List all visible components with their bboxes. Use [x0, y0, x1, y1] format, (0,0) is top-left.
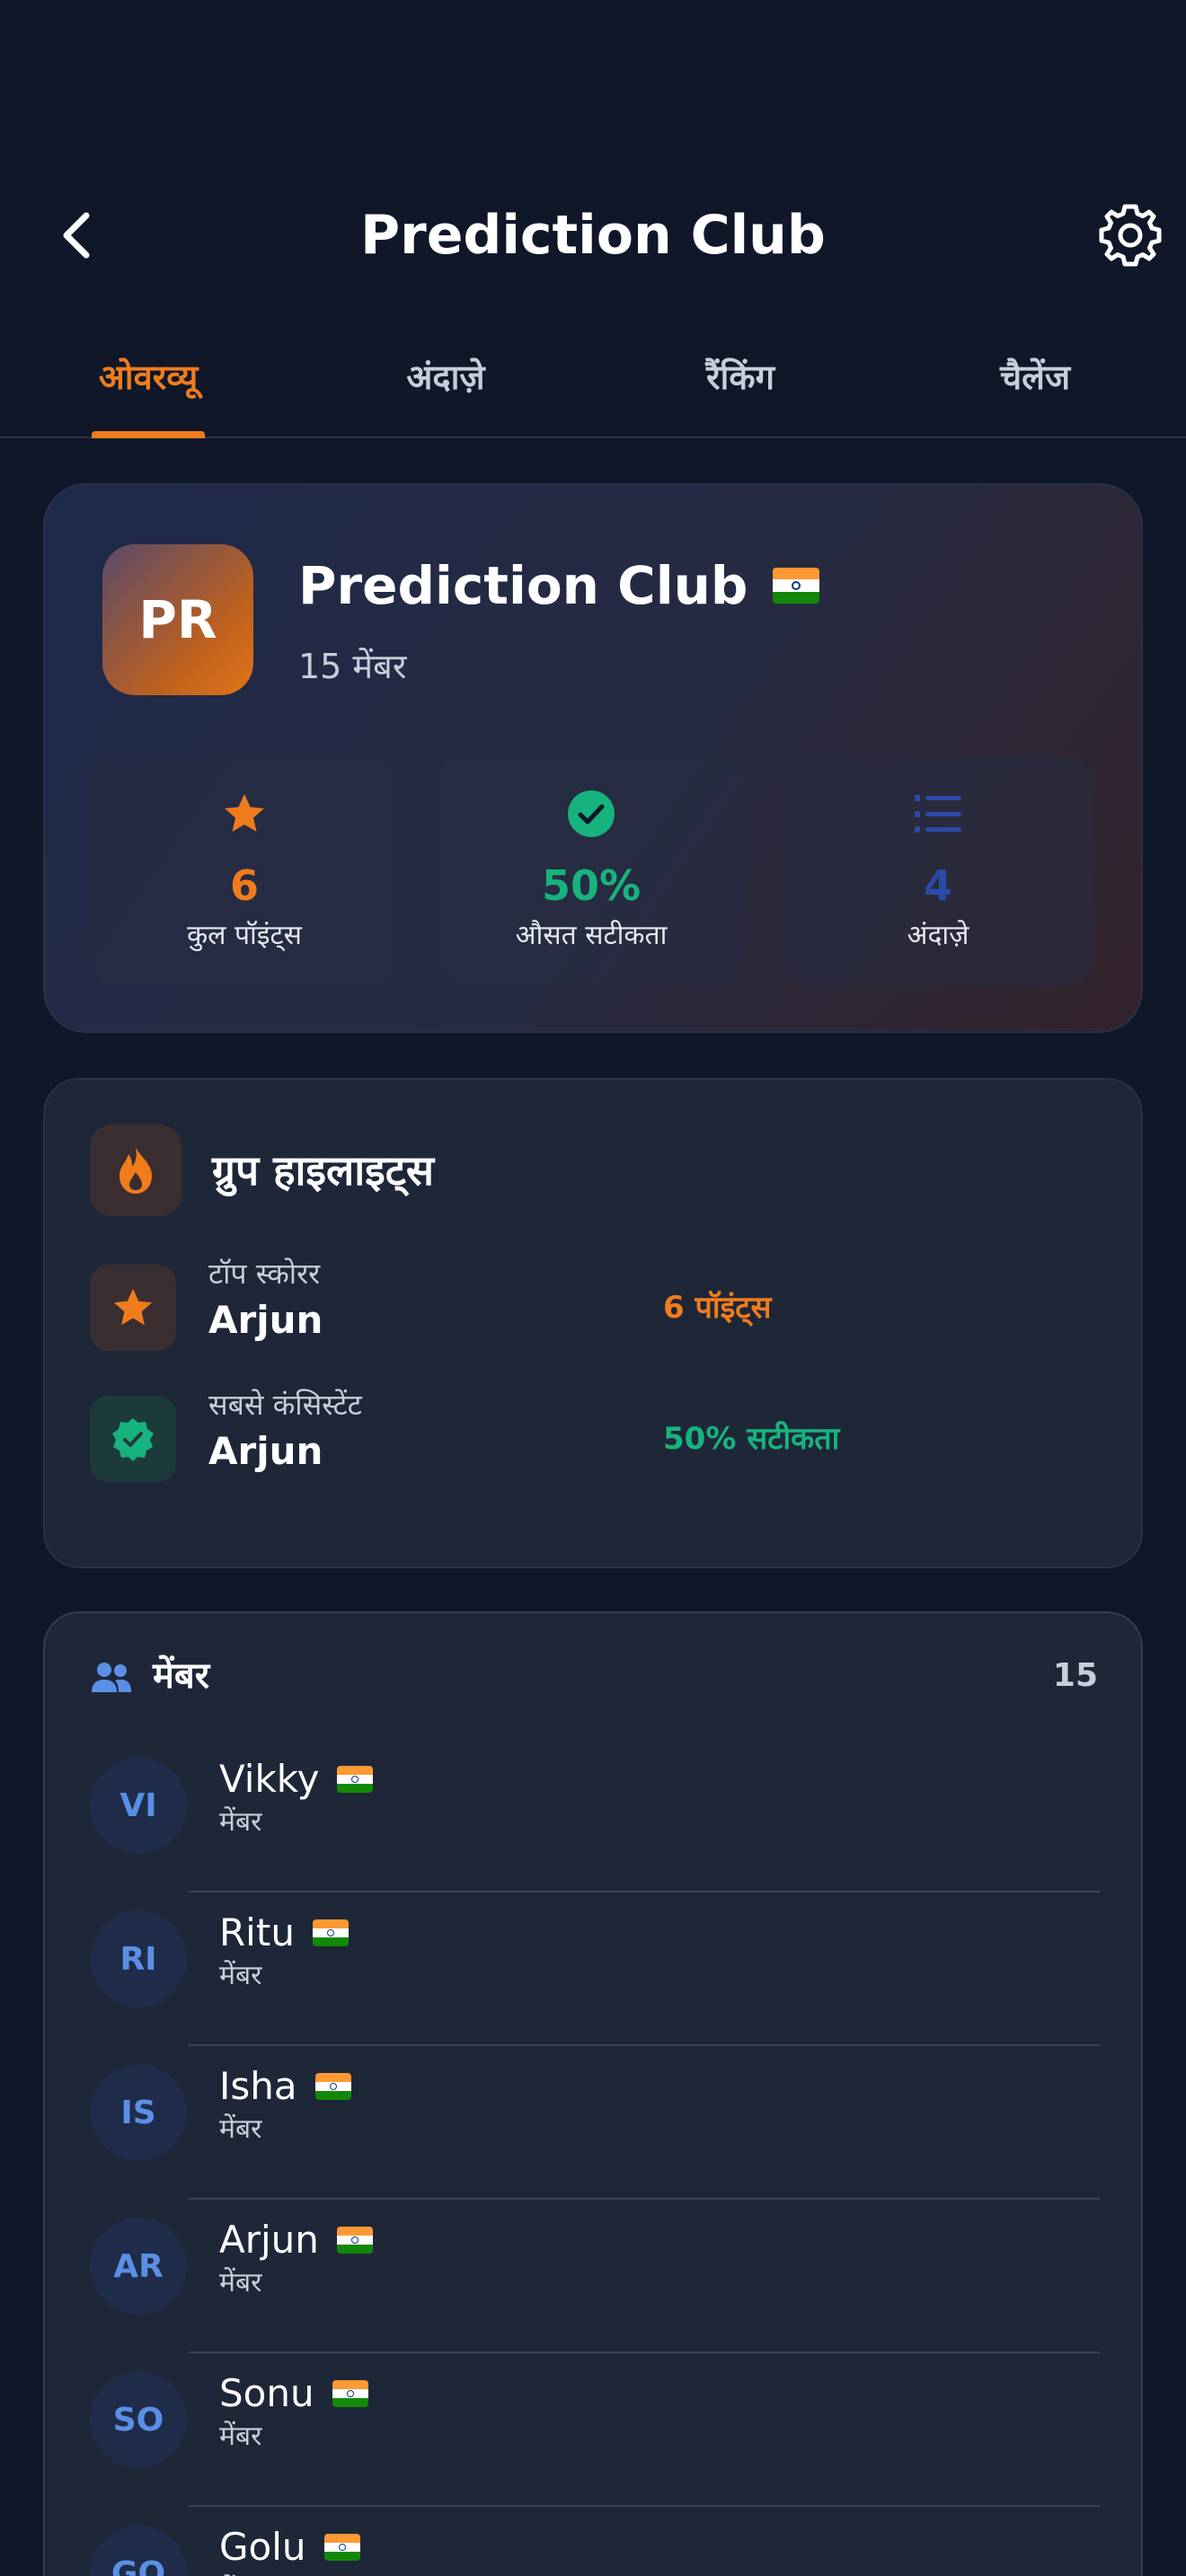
member-name-text: Golu	[219, 2525, 306, 2569]
member-row[interactable]: AR Arjun मेंबर	[45, 2200, 1145, 2353]
member-role: मेंबर	[219, 2267, 262, 2298]
most-consistent-label: सबसे कंसिस्टेंट	[208, 1388, 362, 1422]
top-scorer-points: 6 पॉइंट्स	[663, 1290, 772, 1326]
member-avatar: VI	[90, 1757, 187, 1854]
stat-total-points: 6 कुल पॉइंट्स	[90, 756, 399, 986]
member-role: मेंबर	[219, 2421, 262, 2452]
club-name: Prediction Club	[298, 550, 820, 622]
member-avatar: RI	[90, 1910, 187, 2007]
member-avatar: AR	[90, 2218, 187, 2315]
stat-label: अंदाज़े	[907, 920, 969, 951]
member-name: Isha	[219, 2060, 351, 2113]
settings-button[interactable]	[1094, 199, 1166, 271]
tab-overview[interactable]: ओवरव्यू	[66, 341, 230, 413]
members-card: मेंबर 15 VI Vikky मेंबर RI Ritu मेंबर IS…	[43, 1611, 1143, 2576]
stat-value: 4	[923, 861, 952, 910]
tab-challenge[interactable]: चैलेंज	[960, 341, 1111, 413]
active-tab-indicator	[92, 431, 205, 438]
tab-ranking[interactable]: रैंकिंग	[665, 341, 816, 413]
star-icon	[225, 794, 264, 832]
top-scorer-name: Arjun	[208, 1298, 323, 1342]
member-role: मेंबर	[219, 2113, 262, 2145]
member-name-text: Ritu	[219, 1910, 295, 1954]
top-scorer-icon-box	[90, 1265, 176, 1351]
stat-value: 50%	[541, 861, 642, 910]
member-role: मेंबर	[219, 1960, 262, 1991]
member-avatar: SO	[90, 2371, 187, 2468]
member-name: Ritu	[219, 1907, 349, 1959]
check-circle-icon	[568, 790, 615, 837]
member-name-text: Sonu	[219, 2371, 314, 2415]
verified-badge-icon	[112, 1418, 154, 1461]
india-flag-icon	[323, 2534, 360, 2561]
page-title: Prediction Club	[360, 204, 826, 267]
india-flag-icon	[336, 2227, 373, 2254]
member-avatar: IS	[90, 2064, 187, 2161]
tab-overview-label: ओवरव्यू	[98, 357, 199, 397]
members-title: मेंबर	[153, 1655, 210, 1697]
member-name-text: Arjun	[219, 2218, 319, 2262]
stat-value: 6	[229, 861, 259, 910]
stat-average-accuracy: 50% औसत सटीकता	[437, 756, 746, 986]
flame-icon	[119, 1147, 152, 1194]
members-count: 15	[1052, 1657, 1098, 1694]
member-row[interactable]: GO Golu मेंबर	[45, 2507, 1145, 2576]
member-name-text: Vikky	[219, 1757, 320, 1801]
highlights-title: ग्रुप हाइलाइट्स	[212, 1146, 434, 1195]
tab-predictions[interactable]: अंदाज़े	[370, 341, 521, 413]
india-flag-icon	[312, 1919, 349, 1946]
india-flag-icon	[314, 2073, 351, 2100]
member-row[interactable]: RI Ritu मेंबर	[45, 1892, 1145, 2046]
prediction-club-screen: Prediction Club ओवरव्यू अंदाज़े रैंकिंग …	[0, 0, 1186, 2576]
tab-predictions-label: अंदाज़े	[406, 357, 485, 397]
india-flag-icon	[337, 1766, 374, 1793]
member-name: Golu	[219, 2521, 360, 2573]
most-consistent-icon-box	[90, 1396, 176, 1482]
highlights-icon-box	[90, 1125, 181, 1216]
tab-challenge-label: चैलेंज	[999, 357, 1071, 397]
member-row[interactable]: VI Vikky मेंबर	[45, 1739, 1145, 1892]
star-icon	[113, 1288, 153, 1326]
list-icon	[915, 795, 961, 833]
top-scorer-label: टॉप स्कोरर	[208, 1257, 321, 1291]
most-consistent-name: Arjun	[208, 1429, 323, 1473]
member-avatar: GO	[90, 2525, 187, 2576]
member-role: मेंबर	[219, 1806, 262, 1838]
tab-ranking-label: रैंकिंग	[706, 357, 774, 397]
group-highlights-card: ग्रुप हाइलाइट्स टॉप स्कोरर Arjun 6 पॉइंट…	[43, 1078, 1143, 1568]
india-flag-icon	[773, 568, 820, 604]
india-flag-icon	[332, 2380, 368, 2407]
most-consistent-accuracy: 50% सटीकता	[663, 1421, 840, 1457]
club-member-count: 15 मेंबर	[298, 647, 407, 686]
member-name-text: Isha	[219, 2064, 297, 2108]
app-header: Prediction Club ओवरव्यू अंदाज़े रैंकिंग …	[0, 0, 1186, 438]
stat-predictions: 4 अंदाज़े	[783, 756, 1093, 986]
member-name: Arjun	[219, 2214, 373, 2266]
member-name: Vikky	[219, 1753, 374, 1805]
club-name-text: Prediction Club	[298, 555, 748, 616]
member-row[interactable]: IS Isha मेंबर	[45, 2046, 1145, 2200]
gear-icon	[1099, 204, 1162, 267]
member-role: मेंबर	[219, 2572, 261, 2576]
club-summary-card: PR Prediction Club 15 मेंबर 6 कुल पॉइंट्…	[43, 483, 1143, 1033]
member-name: Sonu	[219, 2368, 368, 2420]
club-avatar: PR	[102, 544, 253, 695]
stat-label: कुल पॉइंट्स	[187, 920, 302, 951]
member-row[interactable]: SO Sonu मेंबर	[45, 2353, 1145, 2507]
tab-bar: ओवरव्यू अंदाज़े रैंकिंग चैलेंज	[0, 332, 1186, 438]
stat-label: औसत सटीकता	[515, 920, 668, 951]
users-icon	[92, 1663, 131, 1692]
